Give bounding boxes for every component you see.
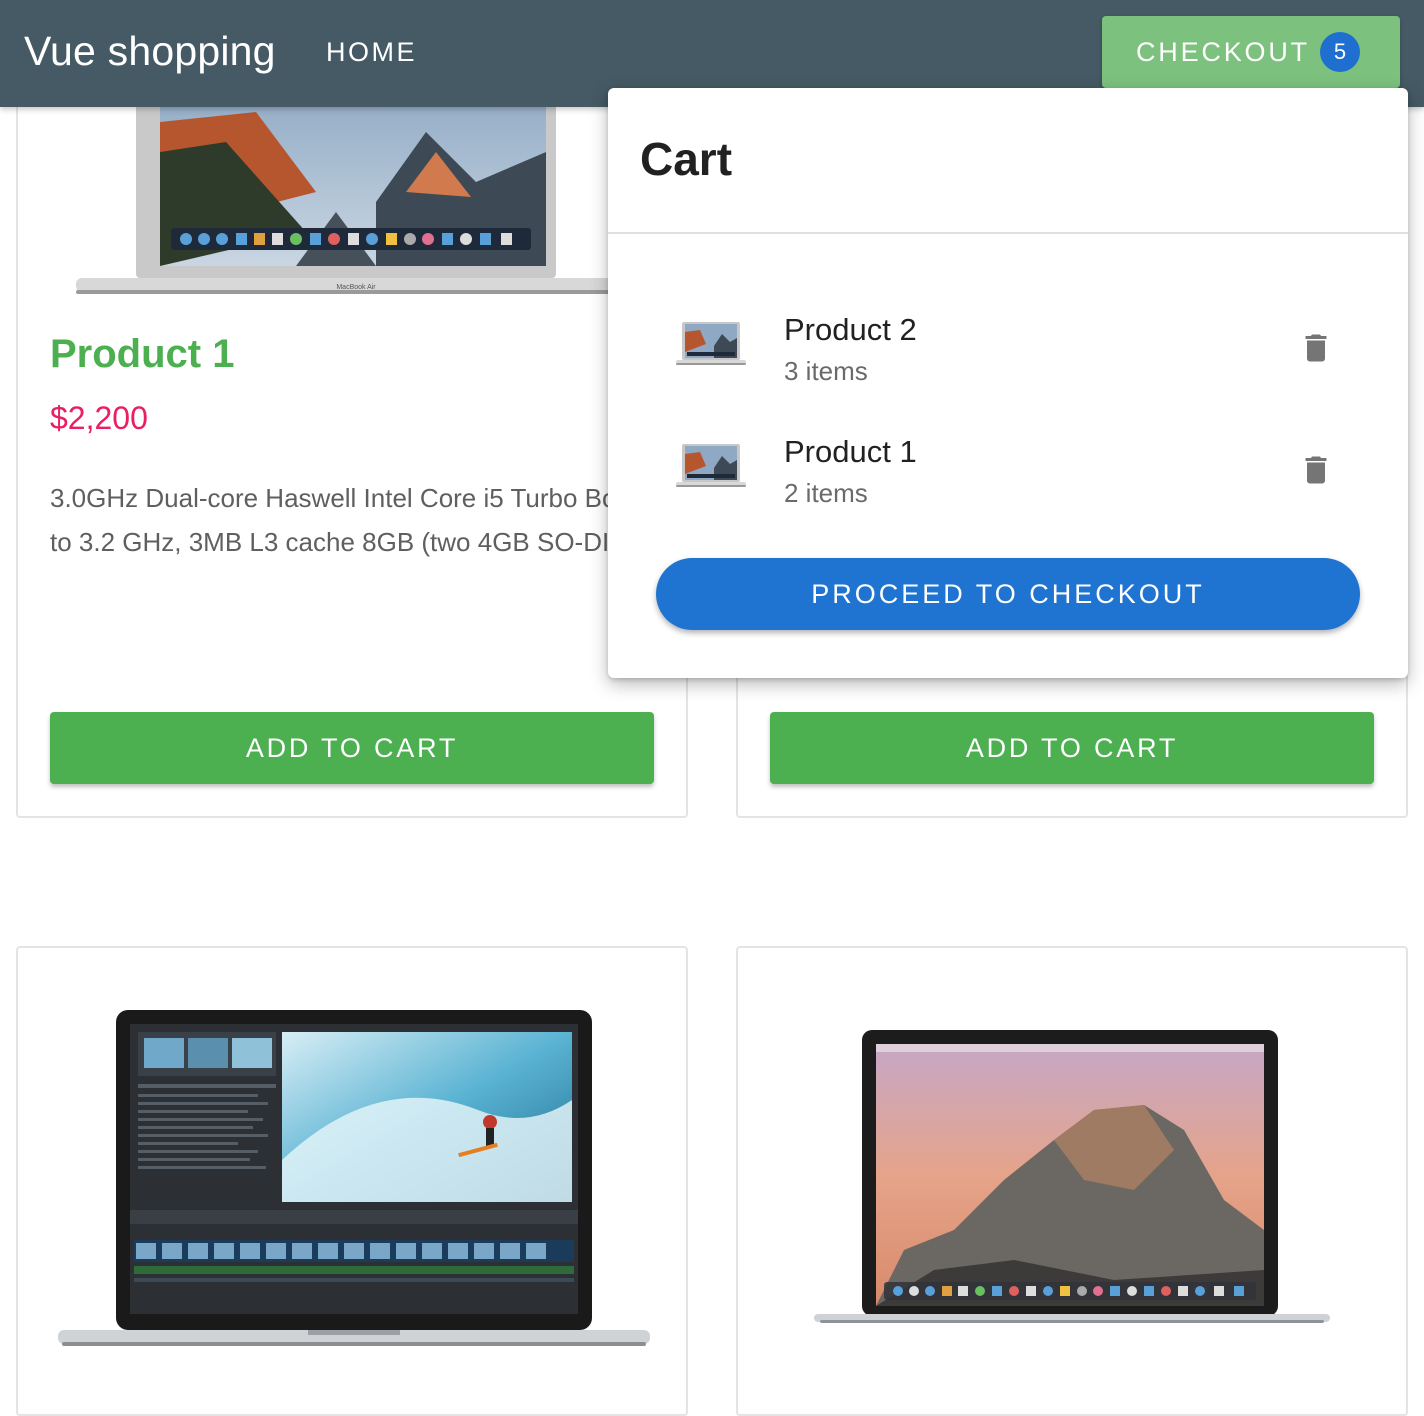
cart-item-quantity: 3 items [784, 356, 868, 386]
nav-home-link[interactable]: HOME [310, 30, 433, 74]
product-image-macbook-air: MacBook Air [76, 82, 636, 294]
add-to-cart-button[interactable]: ADD TO CART [770, 712, 1374, 784]
product-card-1: MacBook Air Product 1 $2,200 3.0GHz Dual… [16, 40, 688, 818]
product-image-macbook [814, 1030, 1330, 1323]
product-description: 3.0GHz Dual-core Haswell Intel Core i5 T… [50, 483, 688, 557]
cart-item: Product 2 3 items [608, 294, 1408, 394]
checkout-button[interactable]: CHECKOUT 5 [1102, 16, 1400, 88]
cart-divider [608, 232, 1408, 234]
laptop-thumbnail [676, 444, 746, 487]
cart-item: Product 1 2 items [608, 416, 1408, 516]
cart-count-badge: 5 [1320, 32, 1360, 72]
svg-text:MacBook Air: MacBook Air [336, 284, 376, 291]
trash-icon[interactable] [1298, 328, 1334, 368]
laptop-thumbnail [676, 322, 746, 365]
cart-title: Cart [640, 133, 733, 185]
product-image-macbook-pro [58, 1010, 650, 1346]
cart-item-name: Product 1 [784, 434, 917, 469]
trash-icon[interactable] [1298, 450, 1334, 490]
cart-item-quantity: 2 items [784, 478, 868, 508]
product-card-3 [16, 946, 688, 1416]
brand-title: Vue shopping [24, 28, 276, 74]
checkout-label: CHECKOUT [1136, 36, 1310, 67]
product-card-4 [736, 946, 1408, 1416]
proceed-to-checkout-button[interactable]: PROCEED TO CHECKOUT [656, 558, 1360, 630]
cart-popover: Cart Product 2 3 items Product 1 2 items… [608, 88, 1408, 678]
cart-item-name: Product 2 [784, 312, 917, 347]
product-title[interactable]: Product 1 [50, 332, 234, 377]
product-price: $2,200 [50, 400, 148, 436]
add-to-cart-button[interactable]: ADD TO CART [50, 712, 654, 784]
